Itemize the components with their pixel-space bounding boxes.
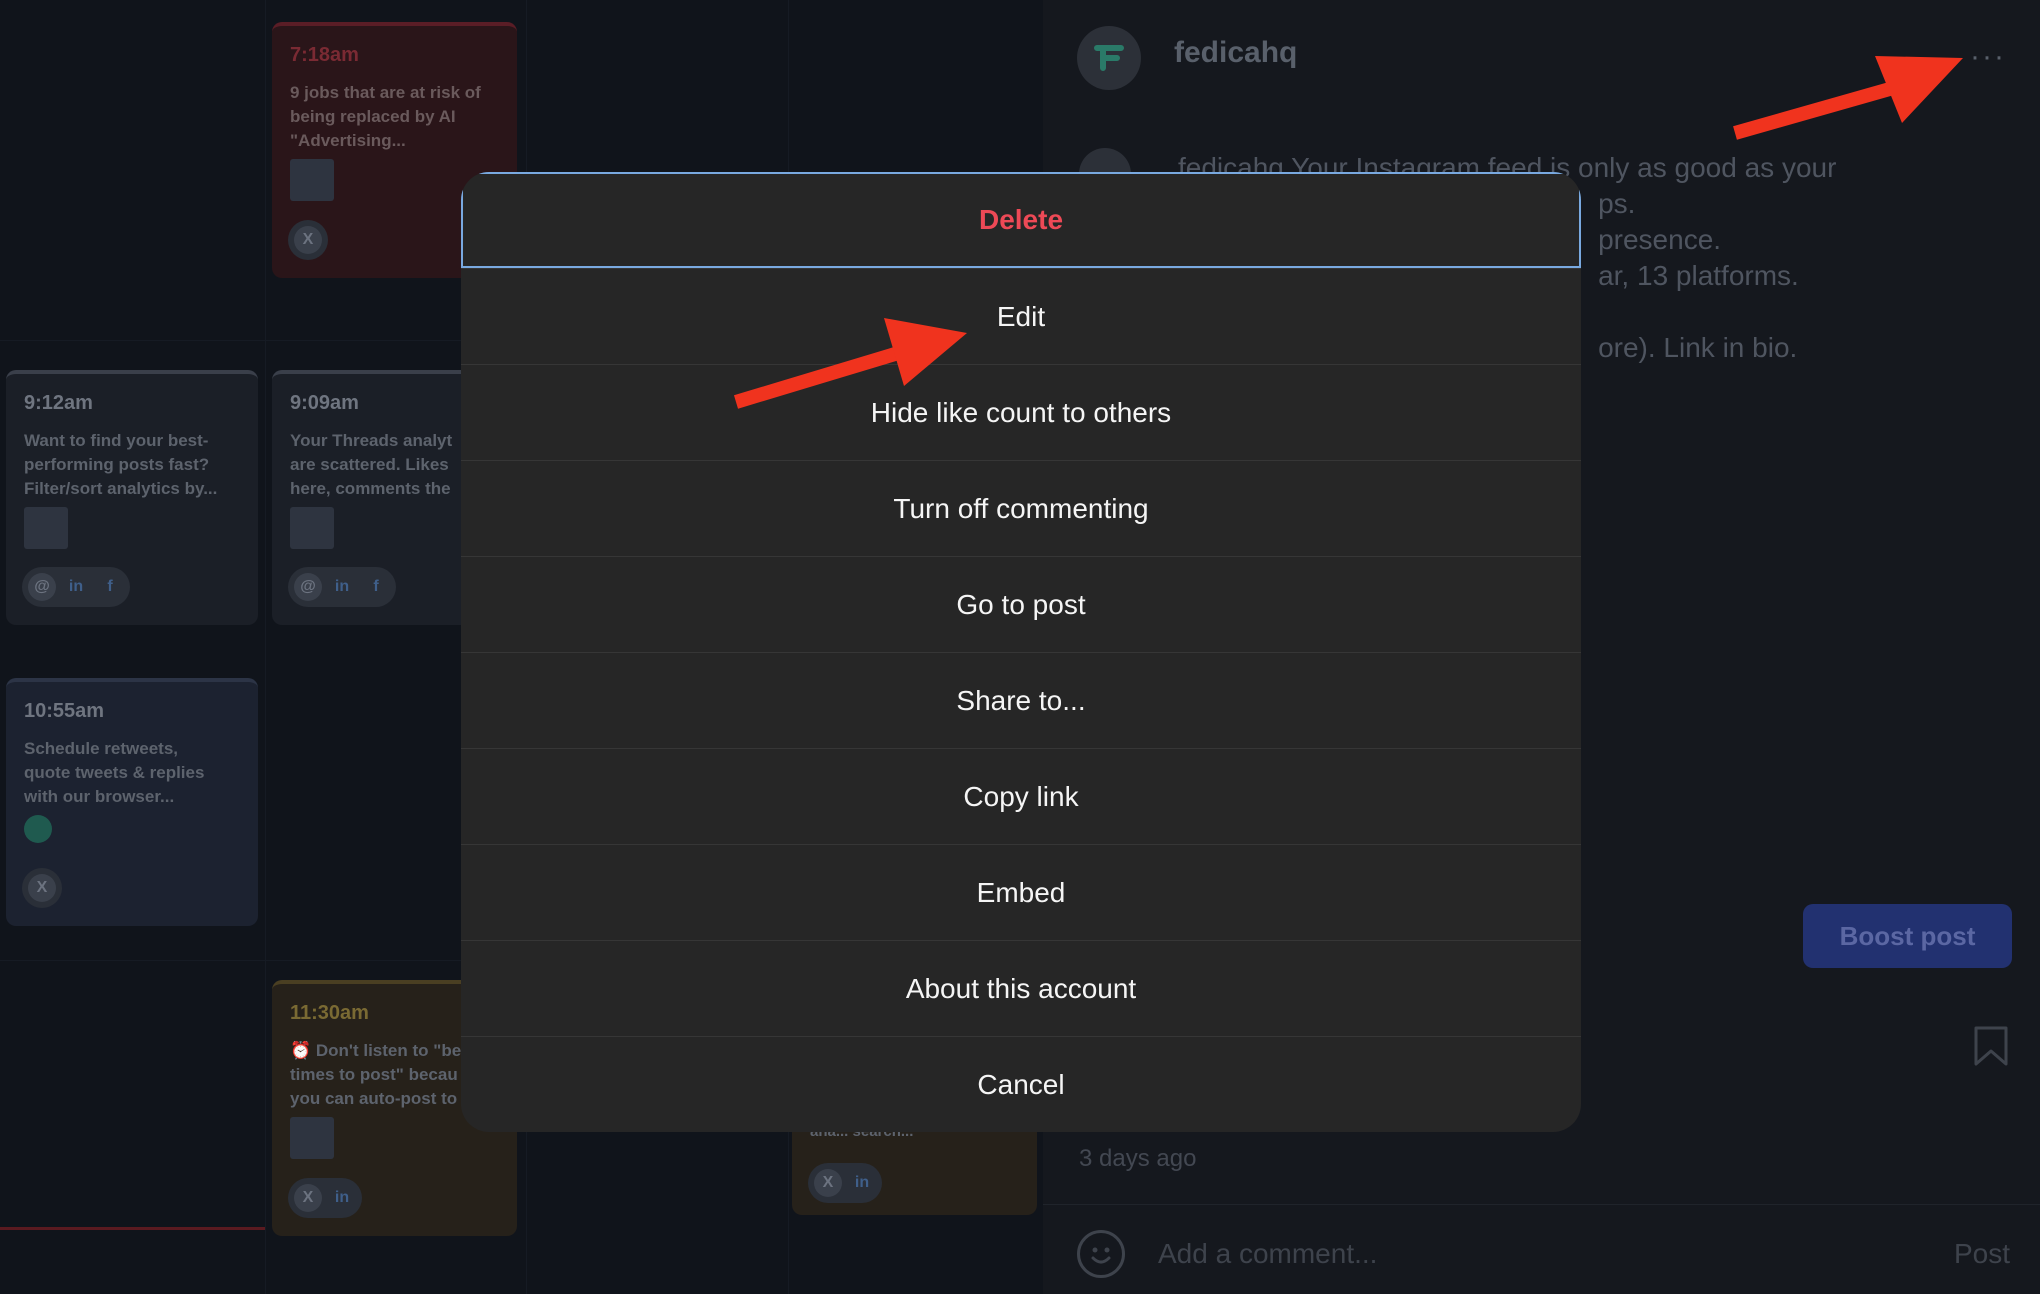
linkedin-icon: in [854, 1174, 870, 1191]
platform-icons: @ in f [288, 567, 396, 607]
menu-item-delete[interactable]: Delete [461, 172, 1581, 268]
post-timestamp: 3 days ago [1079, 1145, 1197, 1172]
post-excerpt-line: Schedule retweets, [24, 739, 179, 758]
comment-input[interactable]: Add a comment... [1158, 1238, 1377, 1270]
post-excerpt-line: "Advertising... [290, 131, 406, 150]
x-icon: X [294, 226, 322, 254]
calendar-post-card[interactable]: 10:55am Schedule retweets, quote tweets … [6, 678, 258, 926]
linkedin-icon: in [334, 578, 350, 595]
platform-icons: X in [288, 1178, 362, 1218]
divider [1043, 1204, 2040, 1205]
threads-icon: @ [28, 573, 56, 601]
platform-icons: @ in f [22, 567, 130, 607]
post-thumbnail [24, 507, 68, 549]
fedica-logo-icon [1094, 45, 1124, 71]
platform-icons: X [22, 868, 62, 908]
post-thumbnail [290, 159, 334, 201]
x-icon: X [28, 874, 56, 902]
post-thumbnail [290, 1117, 334, 1159]
post-options-menu: Delete Edit Hide like count to others Tu… [461, 172, 1581, 1132]
threads-icon: @ [294, 573, 322, 601]
post-comment-button[interactable]: Post [1954, 1238, 2010, 1270]
menu-item-hide-like-count[interactable]: Hide like count to others [461, 364, 1581, 460]
post-time: 7:18am [290, 44, 359, 66]
post-excerpt-line: being replaced by AI [290, 107, 456, 126]
platform-icons: X [288, 220, 328, 260]
menu-item-go-to-post[interactable]: Go to post [461, 556, 1581, 652]
menu-item-cancel[interactable]: Cancel [461, 1036, 1581, 1132]
menu-item-about-account[interactable]: About this account [461, 940, 1581, 1036]
emoji-icon[interactable] [1077, 1230, 1125, 1278]
facebook-icon: f [107, 578, 113, 595]
facebook-icon: f [373, 578, 379, 595]
post-thumbnail [290, 507, 334, 549]
post-excerpt-line: quote tweets & replies [24, 763, 205, 782]
post-time: 9:12am [24, 392, 93, 414]
post-thumbnail [24, 815, 52, 843]
x-icon: X [294, 1184, 322, 1212]
linkedin-icon: in [68, 578, 84, 595]
platform-icons: X in [808, 1163, 882, 1203]
calendar-post-card[interactable]: 9:12am Want to find your best- performin… [6, 370, 258, 625]
post-excerpt-line: performing posts fast? [24, 455, 210, 474]
menu-item-turn-off-commenting[interactable]: Turn off commenting [461, 460, 1581, 556]
post-excerpt-line: with our browser... [24, 787, 175, 806]
current-time-indicator [0, 1227, 265, 1230]
calendar-column-divider [265, 0, 266, 1294]
post-excerpt-line: Want to find your best- [24, 431, 209, 450]
x-icon: X [814, 1169, 842, 1197]
post-time: 10:55am [24, 700, 105, 722]
account-username[interactable]: fedicahq [1174, 36, 1297, 70]
post-excerpt-line: Filter/sort analytics by... [24, 479, 218, 498]
menu-item-share-to[interactable]: Share to... [461, 652, 1581, 748]
bookmark-icon[interactable] [1973, 1026, 2009, 1066]
post-excerpt-line: 9 jobs that are at risk of [290, 83, 481, 102]
account-avatar[interactable] [1077, 26, 1141, 90]
menu-item-copy-link[interactable]: Copy link [461, 748, 1581, 844]
more-options-icon[interactable]: ··· [1970, 40, 2006, 74]
boost-post-button[interactable]: Boost post [1803, 904, 2012, 968]
menu-item-embed[interactable]: Embed [461, 844, 1581, 940]
linkedin-icon: in [334, 1189, 350, 1206]
menu-item-edit[interactable]: Edit [461, 268, 1581, 364]
